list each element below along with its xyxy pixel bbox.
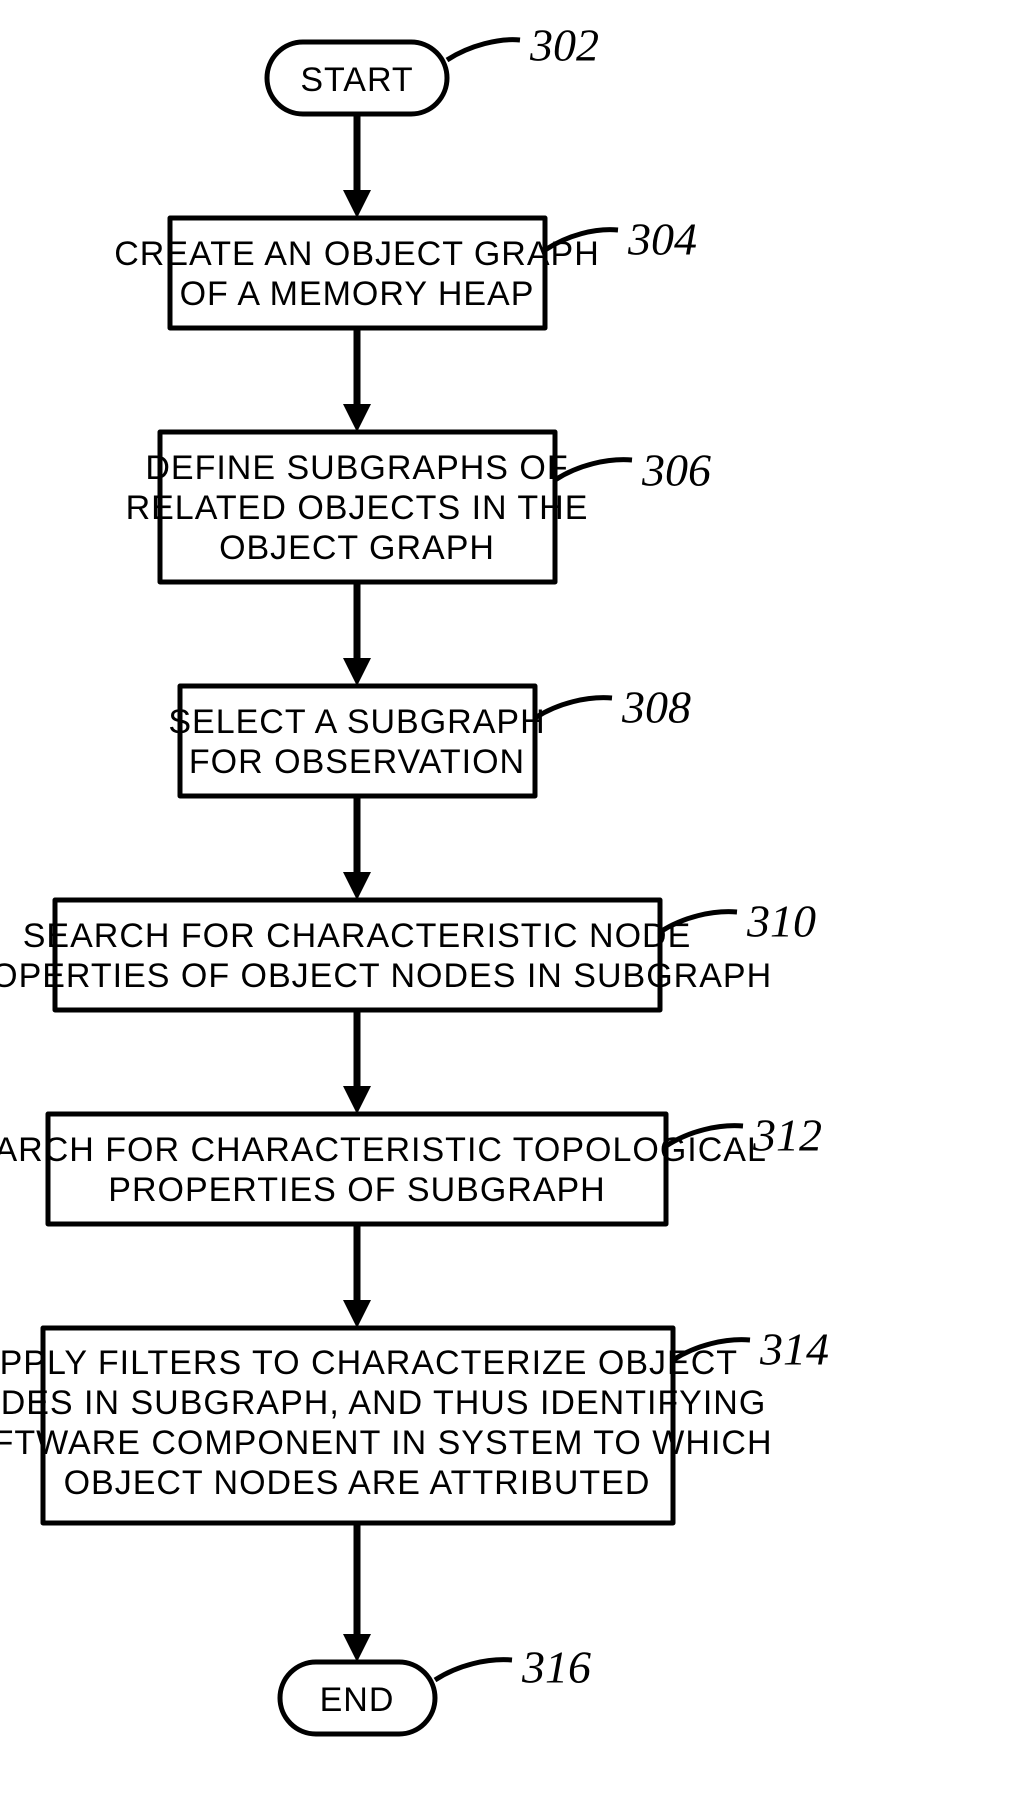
ref-310-label: 310 (746, 896, 816, 947)
start-text: START (300, 61, 413, 99)
ref-314-label: 314 (759, 1324, 829, 1375)
arrow-304-306 (343, 328, 371, 432)
arrow-306-308 (343, 582, 371, 686)
step-314-line2: NODES IN SUBGRAPH, AND THUS IDENTIFYING (0, 1384, 766, 1422)
ref-316-label: 316 (521, 1642, 591, 1693)
ref-316: 316 (435, 1642, 591, 1693)
ref-306: 306 (555, 445, 711, 496)
arrow-312-314 (343, 1224, 371, 1328)
step-314-line4: OBJECT NODES ARE ATTRIBUTED (64, 1464, 651, 1502)
ref-302: 302 (447, 20, 599, 71)
step-312-line2: PROPERTIES OF SUBGRAPH (108, 1171, 605, 1209)
ref-306-label: 306 (641, 445, 711, 496)
step-312-line1: SEARCH FOR CHARACTERISTIC TOPOLOGICAL (0, 1131, 767, 1169)
end-node: END (280, 1662, 435, 1734)
step-304-line2: OF A MEMORY HEAP (180, 275, 535, 313)
step-308-line1: SELECT A SUBGRAPH (168, 703, 545, 741)
step-306-line1: DEFINE SUBGRAPHS OF (145, 449, 568, 487)
start-node: START (267, 42, 447, 114)
step-312-node: SEARCH FOR CHARACTERISTIC TOPOLOGICAL PR… (0, 1114, 767, 1224)
end-text: END (320, 1681, 395, 1719)
step-308-node: SELECT A SUBGRAPH FOR OBSERVATION (168, 686, 545, 796)
step-310-line1: SEARCH FOR CHARACTERISTIC NODE (23, 917, 692, 955)
arrow-308-310 (343, 796, 371, 900)
ref-308: 308 (535, 682, 691, 733)
arrow-310-312 (343, 1010, 371, 1114)
step-308-line2: FOR OBSERVATION (189, 743, 525, 781)
step-314-line1: APPLY FILTERS TO CHARACTERIZE OBJECT (0, 1344, 738, 1382)
step-310-node: SEARCH FOR CHARACTERISTIC NODE PROPERTIE… (0, 900, 772, 1010)
step-306-node: DEFINE SUBGRAPHS OF RELATED OBJECTS IN T… (126, 432, 589, 582)
arrow-302-304 (343, 114, 371, 218)
ref-308-label: 308 (621, 682, 691, 733)
ref-304-label: 304 (627, 214, 697, 265)
step-306-line3: OBJECT GRAPH (219, 529, 495, 567)
flowchart-canvas: START 302 CREATE AN OBJECT GRAPH OF A ME… (0, 0, 1009, 1802)
step-314-line3: SOFTWARE COMPONENT IN SYSTEM TO WHICH (0, 1424, 773, 1462)
step-310-line2: PROPERTIES OF OBJECT NODES IN SUBGRAPH (0, 957, 772, 995)
step-306-line2: RELATED OBJECTS IN THE (126, 489, 589, 527)
step-314-node: APPLY FILTERS TO CHARACTERIZE OBJECT NOD… (0, 1328, 773, 1523)
arrow-314-316 (343, 1523, 371, 1662)
ref-312-label: 312 (752, 1110, 822, 1161)
ref-302-label: 302 (529, 20, 599, 71)
step-304-line1: CREATE AN OBJECT GRAPH (114, 235, 600, 273)
step-304-node: CREATE AN OBJECT GRAPH OF A MEMORY HEAP (114, 218, 600, 328)
